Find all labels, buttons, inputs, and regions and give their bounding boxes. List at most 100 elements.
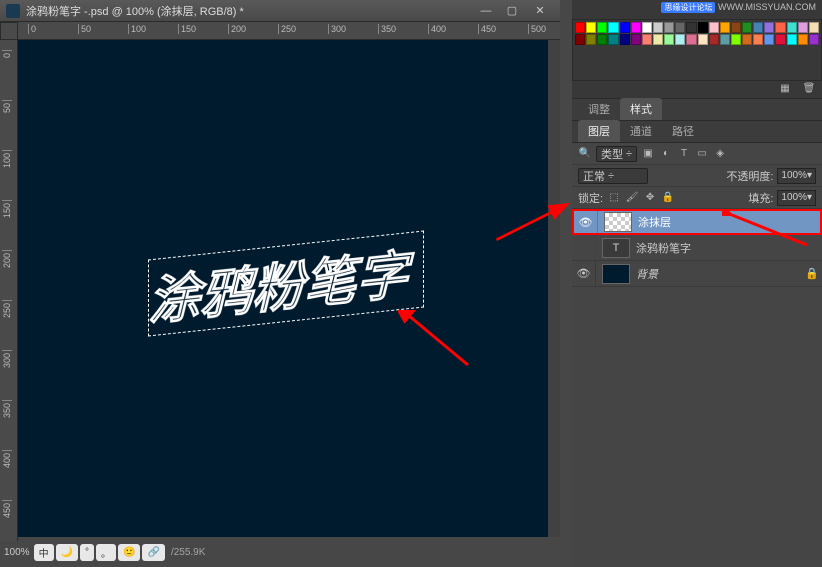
lock-row: 锁定: ⬚ 🖌 ✥ 🔒 填充: 100% ▾ [572, 187, 822, 209]
ruler-vertical[interactable]: 0 50 100 150 200 250 300 350 400 450 [0, 40, 18, 541]
swatch[interactable] [731, 22, 741, 33]
swatch[interactable] [631, 22, 641, 33]
swatch[interactable] [753, 34, 763, 45]
swatch[interactable] [809, 22, 819, 33]
title-bar[interactable]: 涂鸦粉笔字 -.psd @ 100% (涂抹层, RGB/8) * — ▢ ✕ [0, 0, 560, 22]
swatch[interactable] [642, 22, 652, 33]
swatch[interactable] [575, 34, 585, 45]
ruler-corner [0, 22, 18, 40]
swatch[interactable] [787, 34, 797, 45]
tab-channels[interactable]: 通道 [620, 120, 662, 142]
swatch[interactable] [731, 34, 741, 45]
swatch[interactable] [775, 22, 785, 33]
swatch[interactable] [698, 22, 708, 33]
filter-kind-dropdown[interactable]: 类型 ÷ [596, 146, 637, 162]
watermark: 思缘设计论坛 WWW.MISSYUAN.COM [572, 0, 822, 19]
fill-label: 填充: [748, 190, 773, 206]
tab-paths[interactable]: 路径 [662, 120, 704, 142]
document-window: 涂鸦粉笔字 -.psd @ 100% (涂抹层, RGB/8) * — ▢ ✕ … [0, 0, 560, 567]
swatch[interactable] [664, 34, 674, 45]
new-swatch-icon[interactable]: ▦ [778, 81, 792, 95]
delete-swatch-icon[interactable]: 🗑 [802, 81, 816, 95]
swatches-tools: ▦ 🗑 [572, 81, 822, 99]
swatch[interactable] [675, 34, 685, 45]
status-pills: 中 🌙 ° 。 🙂 🔗 [34, 544, 165, 561]
swatch[interactable] [642, 34, 652, 45]
tab-adjustments[interactable]: 调整 [578, 98, 620, 120]
ruler-wrap: 0 50 100 150 200 250 300 350 400 450 500… [0, 22, 560, 567]
swatch[interactable] [620, 34, 630, 45]
swatch[interactable] [720, 34, 730, 45]
window-buttons: — ▢ ✕ [472, 3, 554, 19]
layer-thumbnail[interactable] [604, 212, 632, 232]
swatch[interactable] [620, 22, 630, 33]
swatch[interactable] [709, 22, 719, 33]
filter-shape-icon[interactable]: ▭ [695, 147, 709, 161]
swatch[interactable] [742, 34, 752, 45]
lock-transparency-icon[interactable]: ⬚ [607, 191, 621, 205]
status-bar: 100% 中 🌙 ° 。 🙂 🔗 /255.9K [0, 537, 560, 567]
layer-text[interactable]: T 涂鸦粉笔字 [572, 235, 822, 261]
filter-smart-icon[interactable]: ◈ [713, 147, 727, 161]
tab-styles[interactable]: 样式 [620, 98, 662, 120]
visibility-toggle[interactable]: 👁 [574, 211, 598, 233]
swatch[interactable] [720, 22, 730, 33]
swatch[interactable] [686, 34, 696, 45]
swatch[interactable] [798, 34, 808, 45]
visibility-toggle[interactable]: 👁 [572, 261, 596, 286]
filter-type-icon[interactable]: T [677, 147, 691, 161]
lock-position-icon[interactable]: ✥ [643, 191, 657, 205]
swatch[interactable] [709, 34, 719, 45]
swatch[interactable] [775, 34, 785, 45]
swatch[interactable] [597, 22, 607, 33]
tab-layers[interactable]: 图层 [578, 120, 620, 142]
search-icon[interactable]: 🔍 [578, 147, 592, 161]
lock-image-icon[interactable]: 🖌 [625, 191, 639, 205]
panel-group-1-tabs: 调整 样式 [572, 99, 822, 121]
doc-size: /255.9K [171, 547, 205, 558]
layer-background[interactable]: 👁 背景 🔒 [572, 261, 822, 287]
swatch[interactable] [809, 34, 819, 45]
swatch[interactable] [787, 22, 797, 33]
maximize-button[interactable]: ▢ [500, 3, 524, 19]
scrollbar-vertical[interactable] [548, 40, 560, 537]
swatch[interactable] [653, 34, 663, 45]
layer-smudge[interactable]: 👁 涂抹层 [572, 209, 822, 235]
filter-pixel-icon[interactable]: ▣ [641, 147, 655, 161]
blend-mode-dropdown[interactable]: 正常 ÷ [578, 168, 648, 184]
panels: 思缘设计论坛 WWW.MISSYUAN.COM ▦ 🗑 调整 样式 图层 通道 … [572, 0, 822, 567]
swatch[interactable] [653, 22, 663, 33]
close-button[interactable]: ✕ [526, 3, 554, 19]
filter-adjust-icon[interactable]: ◐ [659, 147, 673, 161]
annotation-arrow-1 [398, 310, 478, 375]
swatch[interactable] [798, 22, 808, 33]
swatch[interactable] [608, 22, 618, 33]
swatch[interactable] [664, 22, 674, 33]
ps-icon [6, 4, 20, 18]
swatch[interactable] [753, 22, 763, 33]
swatch[interactable] [698, 34, 708, 45]
ruler-horizontal[interactable]: 0 50 100 150 200 250 300 350 400 450 500 [18, 22, 560, 40]
layer-thumbnail[interactable] [602, 264, 630, 284]
lock-all-icon[interactable]: 🔒 [661, 191, 675, 205]
canvas[interactable]: 涂鸦粉笔字 [18, 40, 548, 537]
swatch[interactable] [631, 34, 641, 45]
swatch[interactable] [586, 34, 596, 45]
swatches-panel[interactable] [572, 19, 822, 81]
swatch[interactable] [608, 34, 618, 45]
swatch[interactable] [764, 34, 774, 45]
visibility-toggle[interactable] [572, 235, 596, 260]
swatch[interactable] [764, 22, 774, 33]
opacity-input[interactable]: 100% ▾ [777, 168, 816, 184]
swatch[interactable] [575, 22, 585, 33]
document-title: 涂鸦粉笔字 -.psd @ 100% (涂抹层, RGB/8) * [26, 3, 472, 19]
swatch[interactable] [597, 34, 607, 45]
swatch[interactable] [686, 22, 696, 33]
swatch[interactable] [586, 22, 596, 33]
swatch[interactable] [675, 22, 685, 33]
text-icon[interactable]: T [602, 238, 630, 258]
zoom-level[interactable]: 100% [4, 547, 30, 558]
swatch[interactable] [742, 22, 752, 33]
minimize-button[interactable]: — [474, 3, 498, 19]
fill-input[interactable]: 100% ▾ [777, 190, 816, 206]
